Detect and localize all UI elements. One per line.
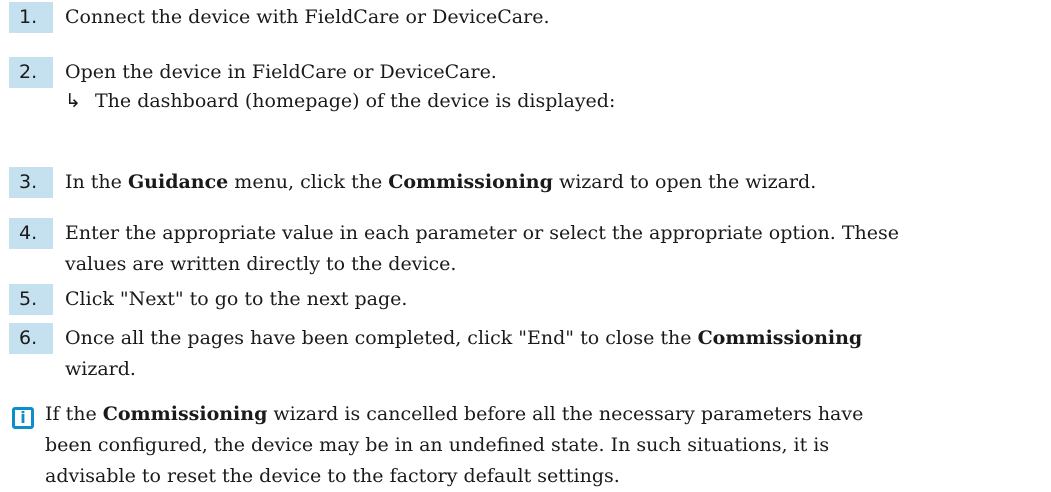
text-segment: wizard to open the wizard. <box>552 171 817 193</box>
text-line: Click "Next" to go to the next page. <box>65 284 1050 315</box>
bold-term: Commissioning <box>102 403 268 425</box>
note-text: If the Commissioning wizard is cancelled… <box>45 399 863 492</box>
info-icon: i <box>12 407 34 429</box>
text-line: Enter the appropriate value in each para… <box>65 218 1050 249</box>
step-number: 3. <box>9 167 53 198</box>
text-line: Open the device in FieldCare or DeviceCa… <box>65 57 1050 88</box>
text-segment: wizard is cancelled before all the neces… <box>267 403 864 425</box>
text-line: advisable to reset the device to the fac… <box>45 461 863 492</box>
bold-term: Guidance <box>127 171 229 193</box>
step-text: In the Guidance menu, click the Commissi… <box>65 167 1050 198</box>
step-number: 4. <box>9 218 53 249</box>
text-line: If the Commissioning wizard is cancelled… <box>45 399 863 430</box>
step-number: 5. <box>9 284 53 315</box>
step-number: 6. <box>9 323 53 354</box>
text-segment: Enter the appropriate value in each para… <box>65 222 899 244</box>
step-number: 1. <box>9 2 53 33</box>
text-line: In the Guidance menu, click the Commissi… <box>65 167 1050 198</box>
text-line: values are written directly to the devic… <box>65 249 1050 280</box>
text-segment: advisable to reset the device to the fac… <box>45 465 620 487</box>
text-segment: wizard. <box>65 358 136 380</box>
text-line: wizard. <box>65 354 1050 385</box>
step-text: Enter the appropriate value in each para… <box>65 218 1050 280</box>
text-segment: been configured, the device may be in an… <box>45 434 830 456</box>
text-segment: Connect the device with FieldCare or Dev… <box>65 6 550 28</box>
text-line: Connect the device with FieldCare or Dev… <box>65 2 1050 33</box>
text-segment: Once all the pages have been completed, … <box>65 327 698 349</box>
result-text: The dashboard (homepage) of the device i… <box>95 90 616 112</box>
step-text: Connect the device with FieldCare or Dev… <box>65 2 1050 33</box>
text-segment: In the <box>65 171 128 193</box>
text-segment: Click "Next" to go to the next page. <box>65 288 408 310</box>
text-segment: If the <box>45 403 103 425</box>
text-segment: Open the device in FieldCare or DeviceCa… <box>65 61 497 83</box>
step-number: 2. <box>9 57 53 88</box>
text-line: Once all the pages have been completed, … <box>65 323 1050 354</box>
step-text: Click "Next" to go to the next page. <box>65 284 1050 315</box>
text-line: been configured, the device may be in an… <box>45 430 863 461</box>
bold-term: Commissioning <box>388 171 553 193</box>
info-icon-glyph: i <box>20 408 26 427</box>
result-arrow-icon: ↳ <box>65 90 81 112</box>
step-result: ↳ The dashboard (homepage) of the device … <box>65 86 615 117</box>
step-text: Once all the pages have been completed, … <box>65 323 1050 385</box>
bold-term: Commissioning <box>697 327 863 349</box>
step-text: Open the device in FieldCare or DeviceCa… <box>65 57 1050 88</box>
text-segment: values are written directly to the devic… <box>65 253 457 275</box>
text-segment: menu, click the <box>228 171 389 193</box>
